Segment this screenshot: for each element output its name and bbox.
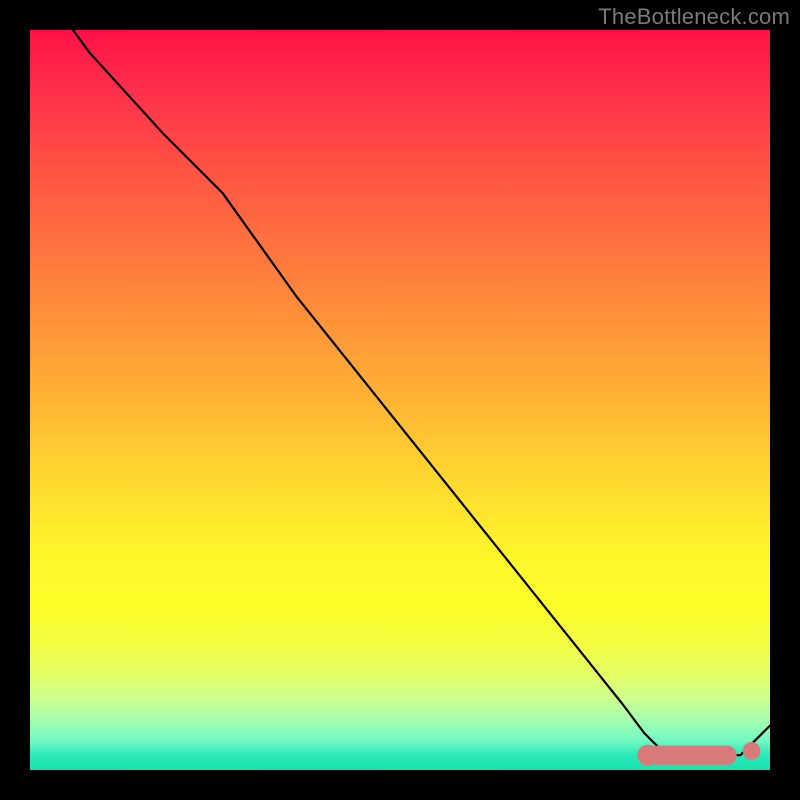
flat-end-dot (743, 742, 761, 760)
attribution-text: TheBottleneck.com (598, 4, 790, 30)
main-curve (30, 0, 770, 755)
flat-segment-cap (637, 745, 658, 766)
plot-svg (30, 30, 770, 770)
flat-segment (648, 746, 737, 765)
plot-area (30, 30, 770, 770)
chart-stage: TheBottleneck.com (0, 0, 800, 800)
